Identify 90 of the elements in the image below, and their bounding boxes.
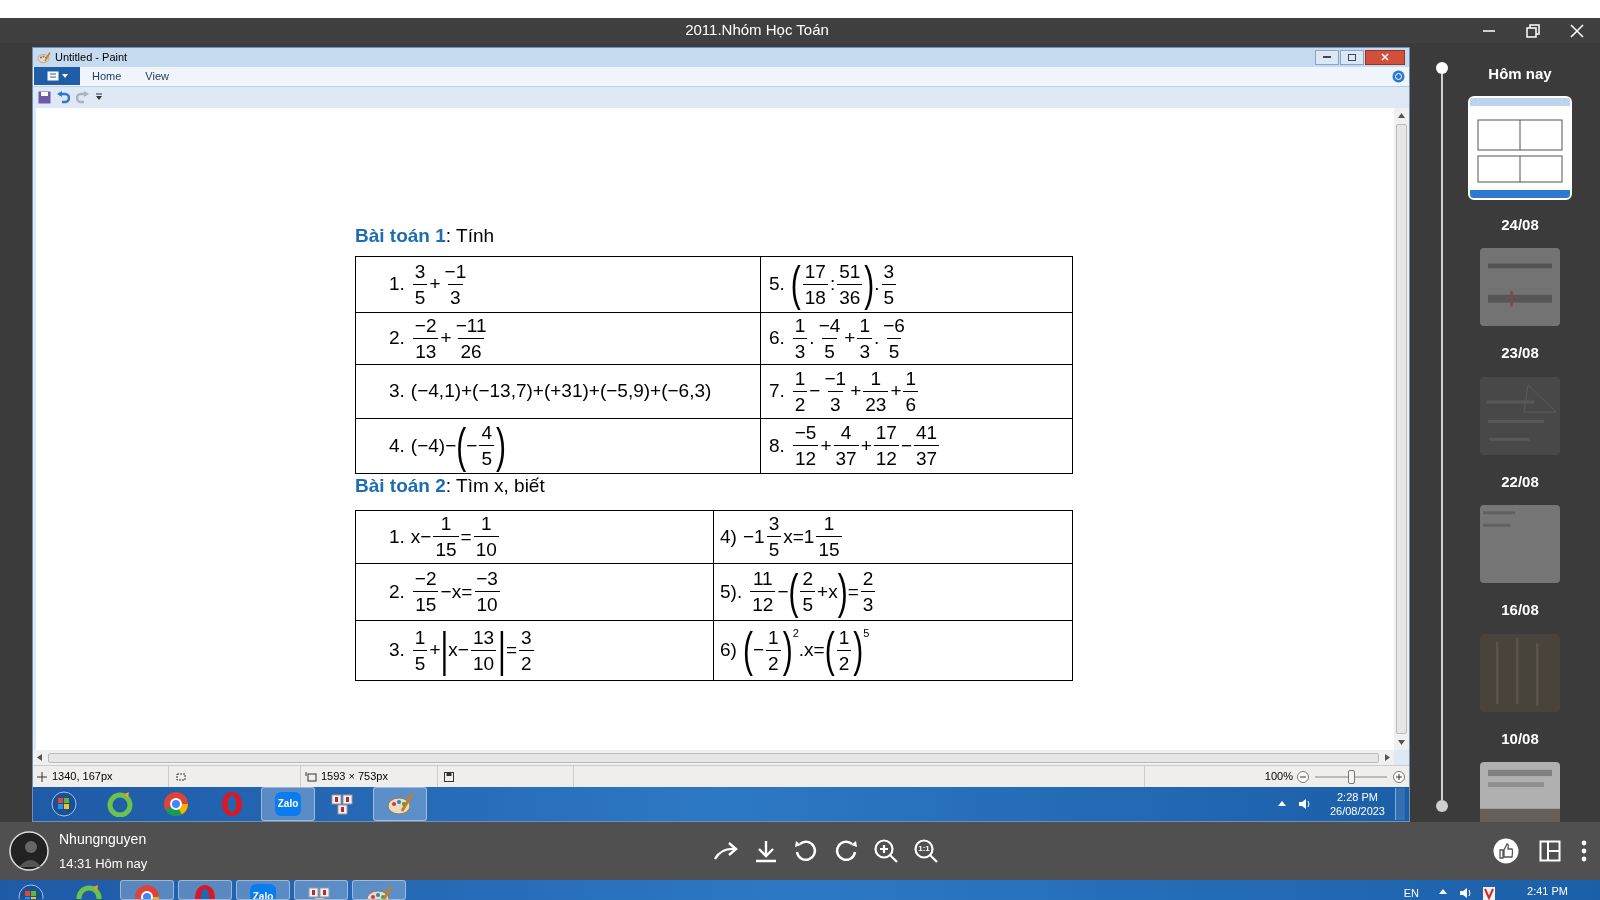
shield-icon[interactable] <box>1483 887 1496 900</box>
clock-time: 2:41 PM <box>1527 884 1568 899</box>
dropdown-icon[interactable] <box>95 93 103 102</box>
item-number: 7. <box>768 379 785 404</box>
slider-thumb[interactable] <box>1348 769 1355 784</box>
item-number: 5). <box>720 579 743 604</box>
caret-up-icon[interactable] <box>1439 889 1448 894</box>
taskbar-button[interactable] <box>120 880 174 900</box>
chat-app-logo: Zalo <box>250 884 276 899</box>
date-label: 16/08 <box>1501 600 1539 620</box>
date-label: 10/08 <box>1501 728 1539 749</box>
restore-icon[interactable] <box>1526 23 1540 38</box>
language-indicator[interactable]: EN <box>1403 885 1420 900</box>
palette-icon <box>386 791 414 817</box>
maximize-button[interactable] <box>1340 49 1364 65</box>
item-number: 6) <box>720 638 737 663</box>
zoom-slider[interactable] <box>1315 769 1387 784</box>
item-number: 2. <box>389 326 405 351</box>
item-number: 1. <box>389 524 405 549</box>
window-title: 2011.Nhóm Học Toán <box>684 20 830 41</box>
zoom-out-icon[interactable] <box>1297 770 1309 783</box>
undo-icon[interactable] <box>57 90 70 104</box>
window-title: Untitled - Paint <box>55 50 129 66</box>
caret-up-icon[interactable] <box>1277 801 1286 807</box>
item-number: 6. <box>768 326 785 351</box>
rotate-right-icon[interactable] <box>833 839 859 863</box>
taskbar-button[interactable] <box>352 880 406 900</box>
rotate-left-icon[interactable] <box>793 839 819 863</box>
ring-logo-icon <box>107 791 133 817</box>
clock-date: 26/08/2023 <box>1329 804 1385 818</box>
cursor-position: 1340, 167px <box>52 769 113 785</box>
date-label: Hôm nay <box>1488 64 1552 84</box>
date-label: 24/08 <box>1501 214 1539 235</box>
help-icon[interactable] <box>1392 69 1405 83</box>
caret-icon <box>61 74 68 79</box>
speaker-icon[interactable] <box>1459 887 1474 899</box>
date-label: 22/08 <box>1501 471 1539 492</box>
download-icon[interactable] <box>753 839 779 863</box>
item-number: 4. <box>389 433 405 458</box>
move-icon <box>37 771 47 782</box>
canvas-size-icon <box>305 771 317 782</box>
thumbs-up-icon[interactable] <box>1493 838 1519 864</box>
zoom-in-icon[interactable] <box>873 838 899 864</box>
close-icon <box>1381 53 1389 62</box>
sent-time: 14:31 Hôm nay <box>59 854 148 873</box>
ribbon-tab[interactable]: View <box>133 68 181 85</box>
minimize-button[interactable] <box>1315 49 1339 65</box>
item-number: 4) <box>720 524 737 549</box>
close-button[interactable] <box>1365 49 1405 65</box>
taskbar-button[interactable] <box>294 880 348 900</box>
taskbar-button[interactable]: Zalo <box>236 880 290 900</box>
ribbon-tab[interactable]: Home <box>80 68 134 85</box>
taskbar-button[interactable] <box>373 787 427 821</box>
selection-icon <box>175 771 187 782</box>
clock-time: 2:28 PM <box>1337 790 1378 804</box>
math-formula: (−4,1)+(−13,7)+(+31)+(−5,9)+(−6,3) <box>410 379 712 404</box>
arrow-right-icon[interactable] <box>1385 754 1390 762</box>
item-number: 5. <box>768 272 785 297</box>
close-icon[interactable] <box>1570 23 1584 38</box>
arrow-up-icon[interactable] <box>1398 112 1405 118</box>
zoom-in-icon[interactable] <box>1393 770 1405 783</box>
exercise-heading: Bài toán 2: Tìm x, biết <box>355 473 546 498</box>
vertical-scrollbar[interactable] <box>1394 107 1409 751</box>
more-icon[interactable] <box>1581 840 1587 862</box>
image-size: 1593 × 753px <box>321 769 388 785</box>
save-icon[interactable] <box>38 90 51 104</box>
taskbar-button[interactable] <box>178 880 232 900</box>
item-number: 1. <box>389 272 405 297</box>
sender-name: Nhungnguyen <box>59 829 148 849</box>
item-number: 3. <box>389 638 405 663</box>
palette-icon <box>37 50 51 64</box>
app-menu-button[interactable] <box>34 67 80 86</box>
o-ring-icon <box>219 791 245 817</box>
exercise-heading: Bài toán 1: Tính <box>355 223 496 248</box>
date-label: 23/08 <box>1501 343 1539 363</box>
taskbar-button[interactable]: Zalo <box>261 787 315 821</box>
speaker-icon[interactable] <box>1297 798 1312 810</box>
item-number: 8. <box>768 433 785 458</box>
item-number: 3. <box>389 379 405 404</box>
start-orb-icon <box>51 791 77 817</box>
horizontal-scrollbar[interactable] <box>33 750 1394 766</box>
item-number: 2. <box>389 579 405 604</box>
zoom-level: 100% <box>1264 769 1293 785</box>
layout-icon[interactable] <box>1539 840 1561 862</box>
menu-icon <box>46 71 59 82</box>
avatar[interactable] <box>9 831 49 871</box>
arrow-down-icon[interactable] <box>1398 740 1405 746</box>
chat-app-logo: Zalo <box>275 792 301 816</box>
arrow-left-icon[interactable] <box>37 754 42 762</box>
circle-logo-icon <box>163 791 189 817</box>
